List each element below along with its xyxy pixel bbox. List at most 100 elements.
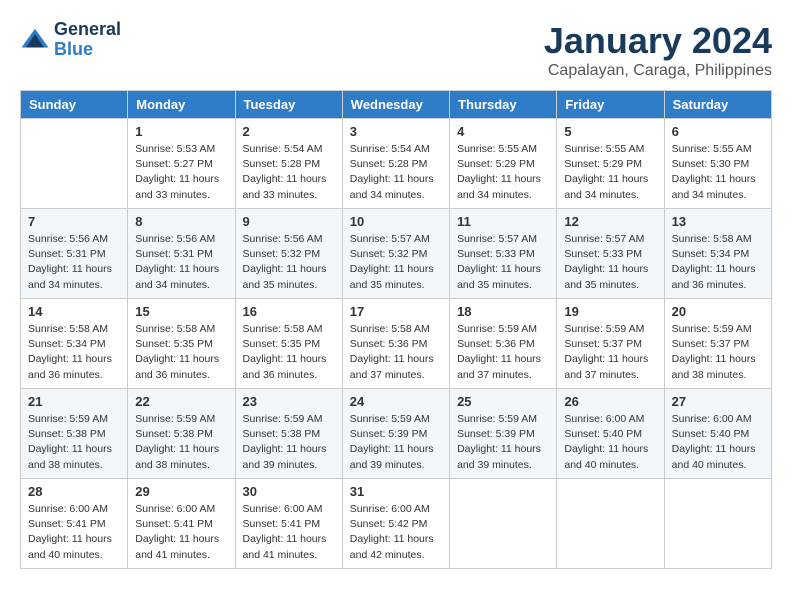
day-info: Sunrise: 5:55 AMSunset: 5:30 PMDaylight:… (672, 142, 764, 203)
calendar-cell: 24 Sunrise: 5:59 AMSunset: 5:39 PMDayligh… (342, 389, 449, 479)
day-info: Sunrise: 6:00 AMSunset: 5:41 PMDaylight:… (243, 502, 335, 563)
day-number: 14 (28, 304, 120, 319)
day-number: 17 (350, 304, 442, 319)
day-number: 13 (672, 214, 764, 229)
calendar-cell: 2 Sunrise: 5:54 AMSunset: 5:28 PMDaylight… (235, 119, 342, 209)
calendar-week-row: 28 Sunrise: 6:00 AMSunset: 5:41 PMDayligh… (21, 479, 772, 569)
day-info: Sunrise: 5:58 AMSunset: 5:34 PMDaylight:… (28, 322, 120, 383)
day-number: 9 (243, 214, 335, 229)
weekday-header-row: SundayMondayTuesdayWednesdayThursdayFrid… (21, 91, 772, 119)
weekday-header-thursday: Thursday (450, 91, 557, 119)
calendar-cell: 4 Sunrise: 5:55 AMSunset: 5:29 PMDaylight… (450, 119, 557, 209)
calendar-cell: 12 Sunrise: 5:57 AMSunset: 5:33 PMDayligh… (557, 209, 664, 299)
day-info: Sunrise: 5:59 AMSunset: 5:38 PMDaylight:… (28, 412, 120, 473)
day-number: 10 (350, 214, 442, 229)
day-info: Sunrise: 5:57 AMSunset: 5:33 PMDaylight:… (564, 232, 656, 293)
calendar-cell (450, 479, 557, 569)
day-number: 11 (457, 214, 549, 229)
calendar-cell: 8 Sunrise: 5:56 AMSunset: 5:31 PMDaylight… (128, 209, 235, 299)
day-number: 25 (457, 394, 549, 409)
day-number: 28 (28, 484, 120, 499)
calendar-cell: 7 Sunrise: 5:56 AMSunset: 5:31 PMDaylight… (21, 209, 128, 299)
calendar-cell: 15 Sunrise: 5:58 AMSunset: 5:35 PMDayligh… (128, 299, 235, 389)
calendar-cell: 18Sunrise: 5:59 AMSunset: 5:36 PMDayligh… (450, 299, 557, 389)
day-info: Sunrise: 5:58 AMSunset: 5:35 PMDaylight:… (135, 322, 227, 383)
day-info: Sunrise: 5:59 AMSunset: 5:39 PMDaylight:… (457, 412, 549, 473)
calendar-cell: 30 Sunrise: 6:00 AMSunset: 5:41 PMDayligh… (235, 479, 342, 569)
day-number: 15 (135, 304, 227, 319)
day-number: 19 (564, 304, 656, 319)
page-header: General Blue January 2024 Capalayan, Car… (20, 20, 772, 80)
day-info: Sunrise: 5:59 AMSunset: 5:38 PMDaylight:… (135, 412, 227, 473)
calendar-cell: 22 Sunrise: 5:59 AMSunset: 5:38 PMDayligh… (128, 389, 235, 479)
calendar-cell: 11 Sunrise: 5:57 AMSunset: 5:33 PMDayligh… (450, 209, 557, 299)
logo-general: General (54, 20, 121, 40)
day-number: 22 (135, 394, 227, 409)
day-number: 21 (28, 394, 120, 409)
logo-icon (20, 25, 50, 55)
day-info: Sunrise: 5:57 AMSunset: 5:33 PMDaylight:… (457, 232, 549, 293)
calendar-cell (21, 119, 128, 209)
calendar-cell: 21 Sunrise: 5:59 AMSunset: 5:38 PMDayligh… (21, 389, 128, 479)
day-info: Sunrise: 5:56 AMSunset: 5:32 PMDaylight:… (243, 232, 335, 293)
day-number: 23 (243, 394, 335, 409)
calendar-cell: 17Sunrise: 5:58 AMSunset: 5:36 PMDayligh… (342, 299, 449, 389)
month-title: January 2024 (544, 20, 772, 62)
calendar-week-row: 21 Sunrise: 5:59 AMSunset: 5:38 PMDayligh… (21, 389, 772, 479)
calendar-cell: 20Sunrise: 5:59 AMSunset: 5:37 PMDayligh… (664, 299, 771, 389)
day-number: 6 (672, 124, 764, 139)
day-number: 24 (350, 394, 442, 409)
calendar-cell: 9 Sunrise: 5:56 AMSunset: 5:32 PMDaylight… (235, 209, 342, 299)
day-info: Sunrise: 5:55 AMSunset: 5:29 PMDaylight:… (564, 142, 656, 203)
day-info: Sunrise: 6:00 AMSunset: 5:40 PMDaylight:… (564, 412, 656, 473)
calendar-cell: 25 Sunrise: 5:59 AMSunset: 5:39 PMDayligh… (450, 389, 557, 479)
weekday-header-sunday: Sunday (21, 91, 128, 119)
day-info: Sunrise: 5:59 AMSunset: 5:36 PMDaylight:… (457, 322, 549, 383)
day-number: 16 (243, 304, 335, 319)
day-number: 31 (350, 484, 442, 499)
day-info: Sunrise: 5:58 AMSunset: 5:35 PMDaylight:… (243, 322, 335, 383)
day-number: 8 (135, 214, 227, 229)
calendar-week-row: 1Sunrise: 5:53 AMSunset: 5:27 PMDaylight… (21, 119, 772, 209)
calendar-cell: 19 Sunrise: 5:59 AMSunset: 5:37 PMDayligh… (557, 299, 664, 389)
day-info: Sunrise: 5:56 AMSunset: 5:31 PMDaylight:… (135, 232, 227, 293)
calendar-cell: 14 Sunrise: 5:58 AMSunset: 5:34 PMDayligh… (21, 299, 128, 389)
calendar-cell: 5 Sunrise: 5:55 AMSunset: 5:29 PMDaylight… (557, 119, 664, 209)
day-info: Sunrise: 5:59 AMSunset: 5:37 PMDaylight:… (672, 322, 764, 383)
weekday-header-friday: Friday (557, 91, 664, 119)
calendar-cell: 1Sunrise: 5:53 AMSunset: 5:27 PMDaylight… (128, 119, 235, 209)
logo-blue: Blue (54, 40, 121, 60)
day-number: 4 (457, 124, 549, 139)
calendar-cell: 28Sunrise: 6:00 AMSunset: 5:41 PMDayligh… (21, 479, 128, 569)
calendar-week-row: 14 Sunrise: 5:58 AMSunset: 5:34 PMDayligh… (21, 299, 772, 389)
logo-text: General Blue (54, 20, 121, 60)
day-info: Sunrise: 6:00 AMSunset: 5:41 PMDaylight:… (135, 502, 227, 563)
calendar-cell: 26 Sunrise: 6:00 AMSunset: 5:40 PMDayligh… (557, 389, 664, 479)
calendar-cell: 27Sunrise: 6:00 AMSunset: 5:40 PMDayligh… (664, 389, 771, 479)
day-number: 29 (135, 484, 227, 499)
weekday-header-tuesday: Tuesday (235, 91, 342, 119)
day-number: 12 (564, 214, 656, 229)
calendar-cell (557, 479, 664, 569)
day-number: 7 (28, 214, 120, 229)
day-info: Sunrise: 5:55 AMSunset: 5:29 PMDaylight:… (457, 142, 549, 203)
day-number: 5 (564, 124, 656, 139)
logo: General Blue (20, 20, 121, 60)
calendar-cell: 23 Sunrise: 5:59 AMSunset: 5:38 PMDayligh… (235, 389, 342, 479)
day-number: 2 (243, 124, 335, 139)
day-number: 27 (672, 394, 764, 409)
day-info: Sunrise: 5:54 AMSunset: 5:28 PMDaylight:… (243, 142, 335, 203)
day-info: Sunrise: 5:59 AMSunset: 5:38 PMDaylight:… (243, 412, 335, 473)
day-info: Sunrise: 5:56 AMSunset: 5:31 PMDaylight:… (28, 232, 120, 293)
day-number: 26 (564, 394, 656, 409)
calendar-week-row: 7 Sunrise: 5:56 AMSunset: 5:31 PMDaylight… (21, 209, 772, 299)
day-number: 30 (243, 484, 335, 499)
calendar-cell: 29 Sunrise: 6:00 AMSunset: 5:41 PMDayligh… (128, 479, 235, 569)
calendar-cell: 31Sunrise: 6:00 AMSunset: 5:42 PMDayligh… (342, 479, 449, 569)
calendar-cell: 13Sunrise: 5:58 AMSunset: 5:34 PMDayligh… (664, 209, 771, 299)
calendar-cell: 16 Sunrise: 5:58 AMSunset: 5:35 PMDayligh… (235, 299, 342, 389)
calendar-cell: 3Sunrise: 5:54 AMSunset: 5:28 PMDaylight… (342, 119, 449, 209)
day-info: Sunrise: 5:59 AMSunset: 5:39 PMDaylight:… (350, 412, 442, 473)
day-info: Sunrise: 5:59 AMSunset: 5:37 PMDaylight:… (564, 322, 656, 383)
day-info: Sunrise: 5:53 AMSunset: 5:27 PMDaylight:… (135, 142, 227, 203)
